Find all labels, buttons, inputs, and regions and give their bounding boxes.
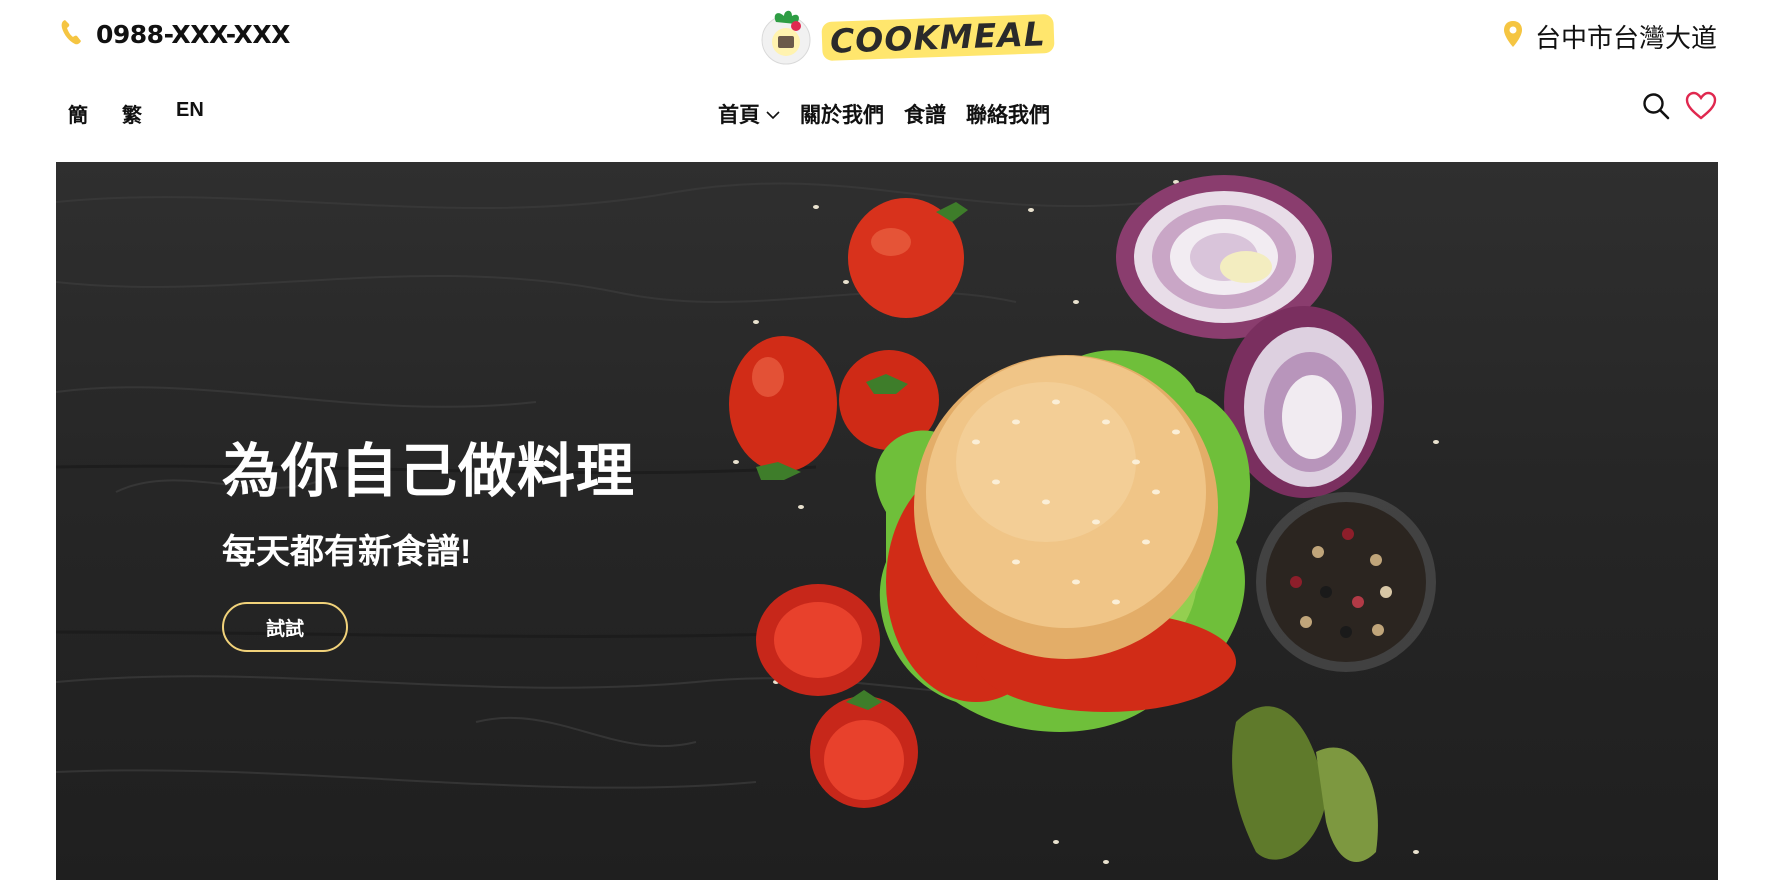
menu-item-recipes[interactable]: 食譜	[904, 99, 946, 129]
main-nav: 簡 繁 EN 首頁 關於我們 食譜 聯絡我們	[0, 85, 1777, 140]
menu-item-label: 聯絡我們	[966, 104, 1050, 127]
phone-icon	[60, 18, 82, 51]
map-pin-icon	[1503, 20, 1523, 53]
hero-subtitle: 每天都有新食譜!	[222, 533, 472, 571]
hero-title: 為你自己做料理	[222, 439, 636, 504]
site-logo[interactable]: COOKMEAL	[758, 4, 1055, 71]
menu-item-home[interactable]: 首頁	[718, 99, 780, 129]
menu-item-contact[interactable]: 聯絡我們	[966, 99, 1050, 129]
lang-simplified[interactable]: 簡	[68, 99, 88, 128]
language-switcher: 簡 繁 EN	[68, 99, 204, 128]
search-icon[interactable]	[1641, 91, 1671, 126]
logo-icon	[758, 4, 814, 71]
header-actions	[1641, 91, 1717, 126]
hero-food-image	[56, 175, 1439, 864]
phone-contact[interactable]: 0988-XXX-XXX	[60, 18, 290, 51]
try-button[interactable]: 試試	[222, 602, 348, 652]
top-bar: 0988-XXX-XXX COOKMEAL 台中市台灣大道	[0, 0, 1777, 75]
lang-traditional[interactable]: 繁	[122, 99, 142, 128]
address-text: 台中市台灣大道	[1534, 23, 1717, 53]
chevron-down-icon	[766, 102, 780, 126]
menu-item-label: 關於我們	[800, 104, 884, 127]
menu-item-label: 首頁	[718, 104, 760, 127]
primary-menu: 首頁 關於我們 食譜 聯絡我們	[718, 99, 1050, 129]
logo-text: COOKMEAL	[821, 13, 1055, 62]
menu-item-about[interactable]: 關於我們	[800, 99, 884, 129]
lang-english[interactable]: EN	[176, 99, 204, 128]
heart-icon[interactable]	[1685, 91, 1717, 126]
phone-number: 0988-XXX-XXX	[96, 20, 290, 49]
hero-banner: 為你自己做料理 每天都有新食譜! 試試	[56, 162, 1718, 880]
menu-item-label: 食譜	[904, 104, 946, 127]
address-contact[interactable]: 台中市台灣大道	[1503, 18, 1717, 55]
